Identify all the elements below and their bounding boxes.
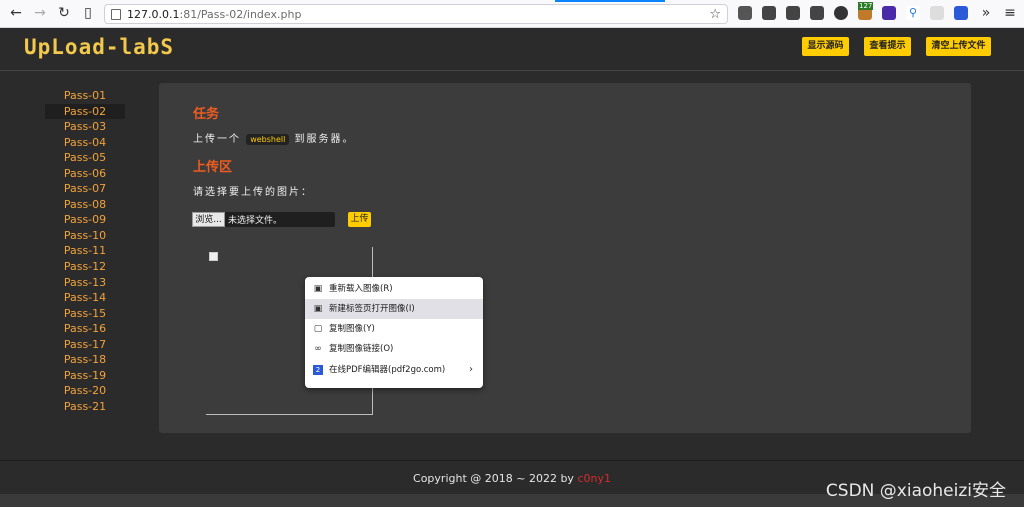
open-image-icon: ▣ xyxy=(313,304,323,314)
download-icon[interactable] xyxy=(762,6,776,20)
author-link[interactable]: c0ny1 xyxy=(577,472,611,485)
sidebar-item-pass-05[interactable]: Pass-05 xyxy=(45,150,125,166)
sidebar-item-pass-08[interactable]: Pass-08 xyxy=(45,197,125,213)
choose-image-label: 请选择要上传的图片： xyxy=(193,187,313,198)
menu-item-open-image-new-tab[interactable]: ▣ 新建标签页打开图像(I) xyxy=(305,299,483,319)
back-icon[interactable]: ← xyxy=(8,5,24,21)
overflow-chevron-icon[interactable]: » xyxy=(978,5,994,21)
task-suffix: 到服务器。 xyxy=(294,134,355,145)
menu-item-label: 复制图像链接(O) xyxy=(329,344,394,354)
task-description: 上传一个 webshell 到服务器。 xyxy=(193,130,355,145)
sidebar-item-pass-20[interactable]: Pass-20 xyxy=(45,383,125,399)
pdf2go-icon: 2 xyxy=(313,365,323,375)
preview-border xyxy=(206,414,373,415)
sidebar-toggle-icon[interactable]: ▯ xyxy=(80,5,96,21)
broken-image-icon[interactable] xyxy=(209,252,218,261)
show-source-button[interactable]: 显示源码 xyxy=(802,37,849,56)
sidebar-item-pass-18[interactable]: Pass-18 xyxy=(45,352,125,368)
sidebar-item-pass-12[interactable]: Pass-12 xyxy=(45,259,125,275)
context-menu: ▣ 重新载入图像(R) ▣ 新建标签页打开图像(I) ▢ 复制图像(Y) ∞ 复… xyxy=(305,277,483,388)
pass-sidebar: Pass-01 Pass-02 Pass-03 Pass-04 Pass-05 … xyxy=(45,88,125,414)
sidebar-item-pass-14[interactable]: Pass-14 xyxy=(45,290,125,306)
reload-icon[interactable]: ↻ xyxy=(56,5,72,21)
sidebar-item-pass-09[interactable]: Pass-09 xyxy=(45,212,125,228)
sidebar-item-pass-16[interactable]: Pass-16 xyxy=(45,321,125,337)
forward-icon[interactable]: → xyxy=(32,5,48,21)
sidebar-item-pass-03[interactable]: Pass-03 xyxy=(45,119,125,135)
watermark: CSDN @xiaoheizi安全 xyxy=(825,481,1006,501)
menu-item-label: 复制图像(Y) xyxy=(329,324,375,334)
menu-icon[interactable]: ≡ xyxy=(1002,5,1018,21)
copy-image-icon: ▢ xyxy=(313,324,323,334)
sidebar-item-pass-11[interactable]: Pass-11 xyxy=(45,243,125,259)
sidebar-item-pass-10[interactable]: Pass-10 xyxy=(45,228,125,244)
menu-item-label: 在线PDF编辑器(pdf2go.com) xyxy=(329,365,446,375)
clear-uploads-button[interactable]: 清空上传文件 xyxy=(926,37,991,56)
upload-button[interactable]: 上传 xyxy=(348,212,371,227)
url-text: 127.0.0.1:81/Pass-02/index.php xyxy=(127,8,302,21)
screenshot-icon[interactable] xyxy=(786,6,800,20)
address-bar[interactable]: 127.0.0.1:81/Pass-02/index.php ☆ xyxy=(104,4,728,24)
sidebar-item-pass-02[interactable]: Pass-02 xyxy=(45,103,125,120)
menu-item-copy-image[interactable]: ▢ 复制图像(Y) xyxy=(305,319,483,339)
menu-item-label: 重新载入图像(R) xyxy=(329,284,393,294)
site-header: UpLoad-labS 显示源码 查看提示 清空上传文件 xyxy=(0,28,1024,71)
chevron-right-icon: › xyxy=(469,364,473,375)
webshell-code: webshell xyxy=(246,134,290,145)
reload-image-icon: ▣ xyxy=(313,284,323,294)
sidebar-item-pass-04[interactable]: Pass-04 xyxy=(45,135,125,151)
site-logo: UpLoad-labS xyxy=(24,35,175,59)
active-tab-indicator xyxy=(555,0,665,2)
link-icon: ∞ xyxy=(314,344,322,354)
no-file-text: 未选择文件。 xyxy=(228,216,283,226)
sidebar-item-pass-13[interactable]: Pass-13 xyxy=(45,275,125,291)
sidebar-item-pass-06[interactable]: Pass-06 xyxy=(45,166,125,182)
menu-item-pdf2go[interactable]: 2 在线PDF编辑器(pdf2go.com) › xyxy=(305,360,483,380)
location-pin-icon[interactable]: ⚲ xyxy=(906,6,920,20)
extension-icon[interactable] xyxy=(930,6,944,20)
extension-badge: 127 xyxy=(858,2,874,10)
task-prefix: 上传一个 xyxy=(193,134,241,145)
browser-toolbar: ← → ↻ ▯ 127.0.0.1:81/Pass-02/index.php ☆… xyxy=(0,0,1024,28)
extension-icon[interactable]: 127 xyxy=(858,2,874,20)
extension-icon[interactable] xyxy=(738,6,752,20)
browse-button[interactable]: 浏览... xyxy=(192,212,225,227)
page-info-icon[interactable] xyxy=(111,9,121,20)
extension-icon[interactable] xyxy=(882,6,896,20)
sidebar-item-pass-15[interactable]: Pass-15 xyxy=(45,306,125,322)
sidebar-item-pass-19[interactable]: Pass-19 xyxy=(45,368,125,384)
sidebar-item-pass-21[interactable]: Pass-21 xyxy=(45,399,125,415)
sidebar-item-pass-07[interactable]: Pass-07 xyxy=(45,181,125,197)
extension-icon[interactable] xyxy=(834,6,848,20)
menu-item-copy-image-link[interactable]: ∞ 复制图像链接(O) xyxy=(305,339,483,359)
pdf2go-icon[interactable] xyxy=(954,6,968,20)
bookmark-star-icon[interactable]: ☆ xyxy=(709,7,721,22)
sidebar-item-pass-01[interactable]: Pass-01 xyxy=(45,88,125,104)
view-hint-button[interactable]: 查看提示 xyxy=(864,37,911,56)
menu-item-label: 新建标签页打开图像(I) xyxy=(329,304,415,314)
sidebar-item-pass-17[interactable]: Pass-17 xyxy=(45,337,125,353)
copyright-label: Copyright @ 2018 ~ 2022 by xyxy=(413,472,578,485)
upload-heading: 上传区 xyxy=(193,160,233,175)
extension-icon[interactable] xyxy=(810,6,824,20)
menu-item-reload-image[interactable]: ▣ 重新载入图像(R) xyxy=(305,279,483,299)
file-input[interactable]: 浏览... 未选择文件。 xyxy=(192,212,335,227)
task-heading: 任务 xyxy=(193,107,220,122)
